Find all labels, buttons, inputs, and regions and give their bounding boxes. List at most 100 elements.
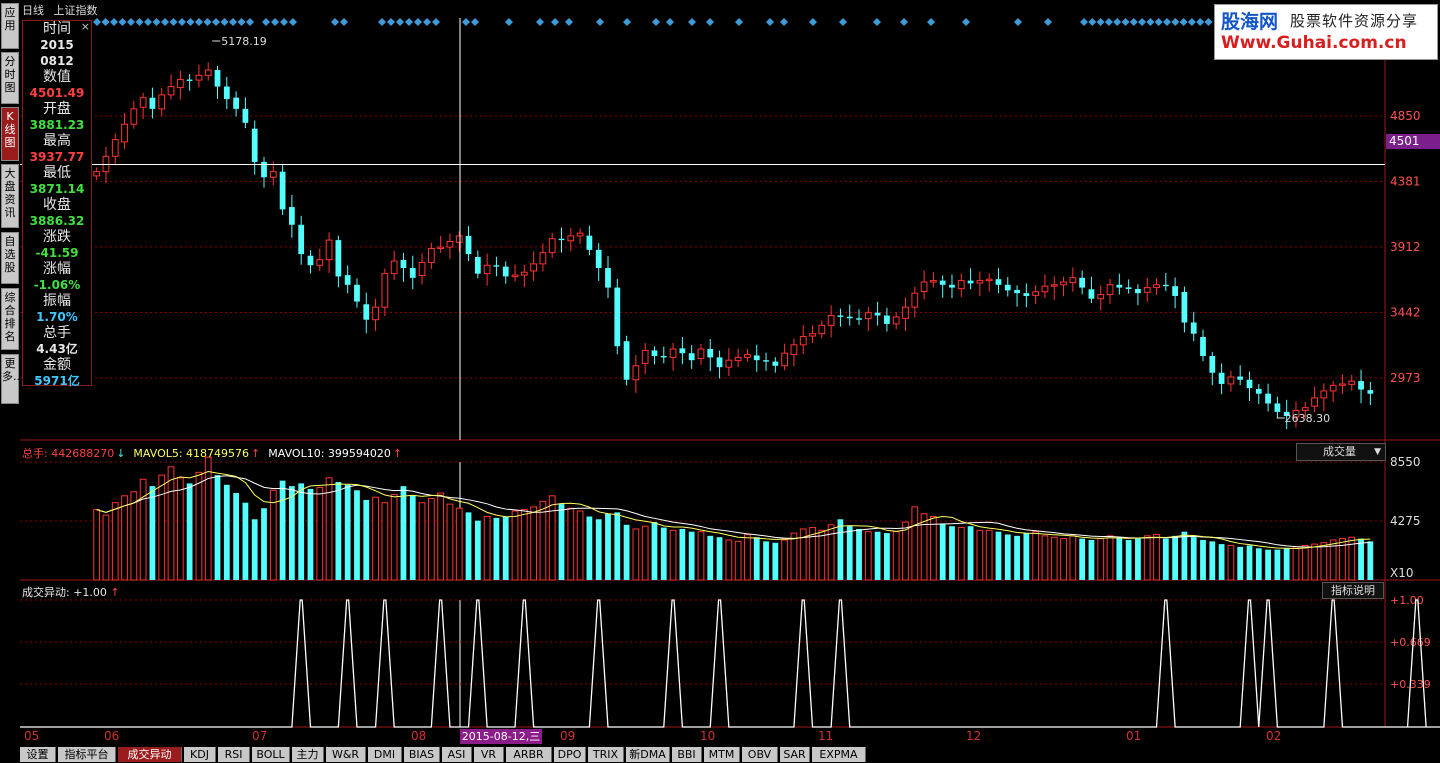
indicator-tab[interactable]: BOLL (252, 747, 290, 762)
indicator-tab[interactable]: BBI (672, 747, 702, 762)
info-value: 4501.49 (29, 86, 85, 100)
candle-up (1329, 384, 1337, 392)
indicator-tab[interactable]: W&R (326, 747, 366, 762)
candle-up (139, 97, 147, 108)
sidebar-tab[interactable]: K线图 (1, 107, 19, 161)
candle-down (474, 257, 481, 274)
indicator-tab[interactable]: DPO (554, 747, 586, 762)
candle-up (539, 252, 547, 265)
candle-down (995, 279, 1002, 285)
volume-bar-down (1255, 548, 1262, 580)
indicator-tab[interactable]: SAR (780, 747, 810, 762)
symbol-label: 上证指数 (53, 4, 98, 17)
signal-diamond (1088, 18, 1097, 26)
indicator-tab[interactable]: VR (474, 747, 504, 762)
sidebar-tab[interactable]: 大盘资讯 (1, 164, 19, 228)
candle-up (520, 271, 528, 276)
candle-up (1301, 407, 1309, 411)
volume-bar-down (289, 486, 295, 580)
candle-down (233, 97, 239, 109)
sidebar-tab[interactable]: 更多.. (1, 354, 20, 404)
candle-down (298, 224, 305, 255)
volume-bar-up (697, 531, 705, 581)
volume-bar-down (149, 486, 156, 580)
indicator-tab[interactable]: 指标平台 (58, 747, 116, 762)
signal-diamond (652, 18, 660, 26)
indicator-tab[interactable]: 新DMA (626, 747, 670, 762)
volume-indicator-select[interactable]: 成交量 ▼ (1296, 443, 1386, 461)
candle-up (576, 232, 584, 237)
volume-bar-down (1200, 539, 1206, 580)
candle-down (335, 240, 342, 277)
indicator-tab[interactable]: BIAS (404, 747, 440, 762)
signal-diamond (962, 18, 970, 26)
info-value: 3886.32 (29, 214, 85, 228)
volume-bar-up (641, 525, 649, 581)
candle-up (567, 235, 575, 242)
x-axis-month-label: 02 (1266, 729, 1282, 743)
candle-down (1265, 393, 1271, 404)
indicator-tab[interactable]: TRIX (588, 747, 624, 762)
sidebar-tab[interactable]: 自选股 (1, 232, 19, 284)
volume-bar-down (1190, 537, 1197, 580)
signal-diamond (432, 18, 440, 26)
signal-diamond (331, 18, 339, 26)
candle-down (149, 97, 156, 109)
volume-bar-down (753, 537, 760, 580)
indicator-tab[interactable]: 设置 (20, 747, 56, 762)
indicator-tab[interactable]: 主力 (292, 747, 324, 762)
volume-unit-label: X10 (1390, 566, 1414, 580)
volume-bar-up (418, 502, 426, 581)
candle-down (186, 79, 193, 81)
volume-bar-up (911, 506, 919, 581)
info-value: 3881.23 (29, 118, 85, 132)
signal-diamond (1154, 18, 1163, 26)
volume-bar-up (427, 498, 435, 581)
volume-bar-up (530, 506, 537, 581)
candle-down (1135, 288, 1141, 294)
indicator-help-button[interactable]: 指标说明 (1322, 582, 1384, 599)
candle-down (688, 353, 695, 361)
volume-bar-down (1218, 544, 1225, 580)
indicator-tab[interactable]: ASI (442, 747, 472, 762)
candle-down (289, 207, 295, 225)
volume-bar-up (1292, 546, 1300, 581)
indicator-tab[interactable]: ARBR (506, 747, 552, 762)
info-label: 最低 (43, 165, 71, 181)
guhai-logo: 股海网 股票软件资源分享 Www.Guhai.com.cn (1214, 4, 1438, 60)
indicator-tab[interactable]: 成交异动 (118, 747, 182, 762)
signal-diamond (1179, 18, 1188, 26)
volume-bar-down (186, 483, 193, 580)
indicator-tab[interactable]: OBV (742, 747, 778, 762)
candle-up (920, 281, 928, 292)
indicator-tab[interactable]: KDJ (184, 747, 216, 762)
x-axis-month-label: 05 (24, 729, 40, 743)
signal-diamond (195, 18, 203, 26)
volume-bar-up (920, 513, 928, 581)
indicator-tab[interactable]: RSI (218, 747, 250, 762)
candle-down (651, 350, 658, 356)
signal-diamond (688, 18, 696, 26)
volume-bar-down (261, 508, 267, 580)
sidebar-tab[interactable]: 应用 (1, 3, 19, 49)
volume-bar-up (1227, 544, 1235, 581)
candle-down (1367, 390, 1374, 394)
price-axis-label: 3912 (1390, 240, 1421, 254)
volume-bar-down (1088, 539, 1095, 580)
arrow-up-icon: ↑ (251, 447, 261, 460)
volume-bar-up (864, 531, 872, 581)
candle-down (1358, 381, 1364, 390)
stock-chart-window: 4850 4381 3912 3442 2973 5178.19 2638.30 8550 42… (0, 0, 1440, 763)
indicator-tab[interactable]: MTM (704, 747, 740, 762)
indicator-tab[interactable]: DMI (368, 747, 402, 762)
chart-canvas[interactable]: 4850 4381 3912 3442 2973 5178.19 2638.30 8550 42… (0, 0, 1440, 763)
signal-diamond (873, 18, 881, 26)
sidebar-tab[interactable]: 综合排名 (1, 288, 19, 350)
close-icon[interactable]: × (81, 21, 90, 32)
volume-bar-down (1162, 538, 1169, 580)
logo-name: 股海网 (1221, 11, 1279, 33)
sidebar-tab[interactable]: 分时图 (1, 52, 19, 104)
signal-diamond (1196, 18, 1205, 26)
indicator-tab[interactable]: EXPMA (812, 747, 866, 762)
volume-bar-up (121, 495, 128, 581)
